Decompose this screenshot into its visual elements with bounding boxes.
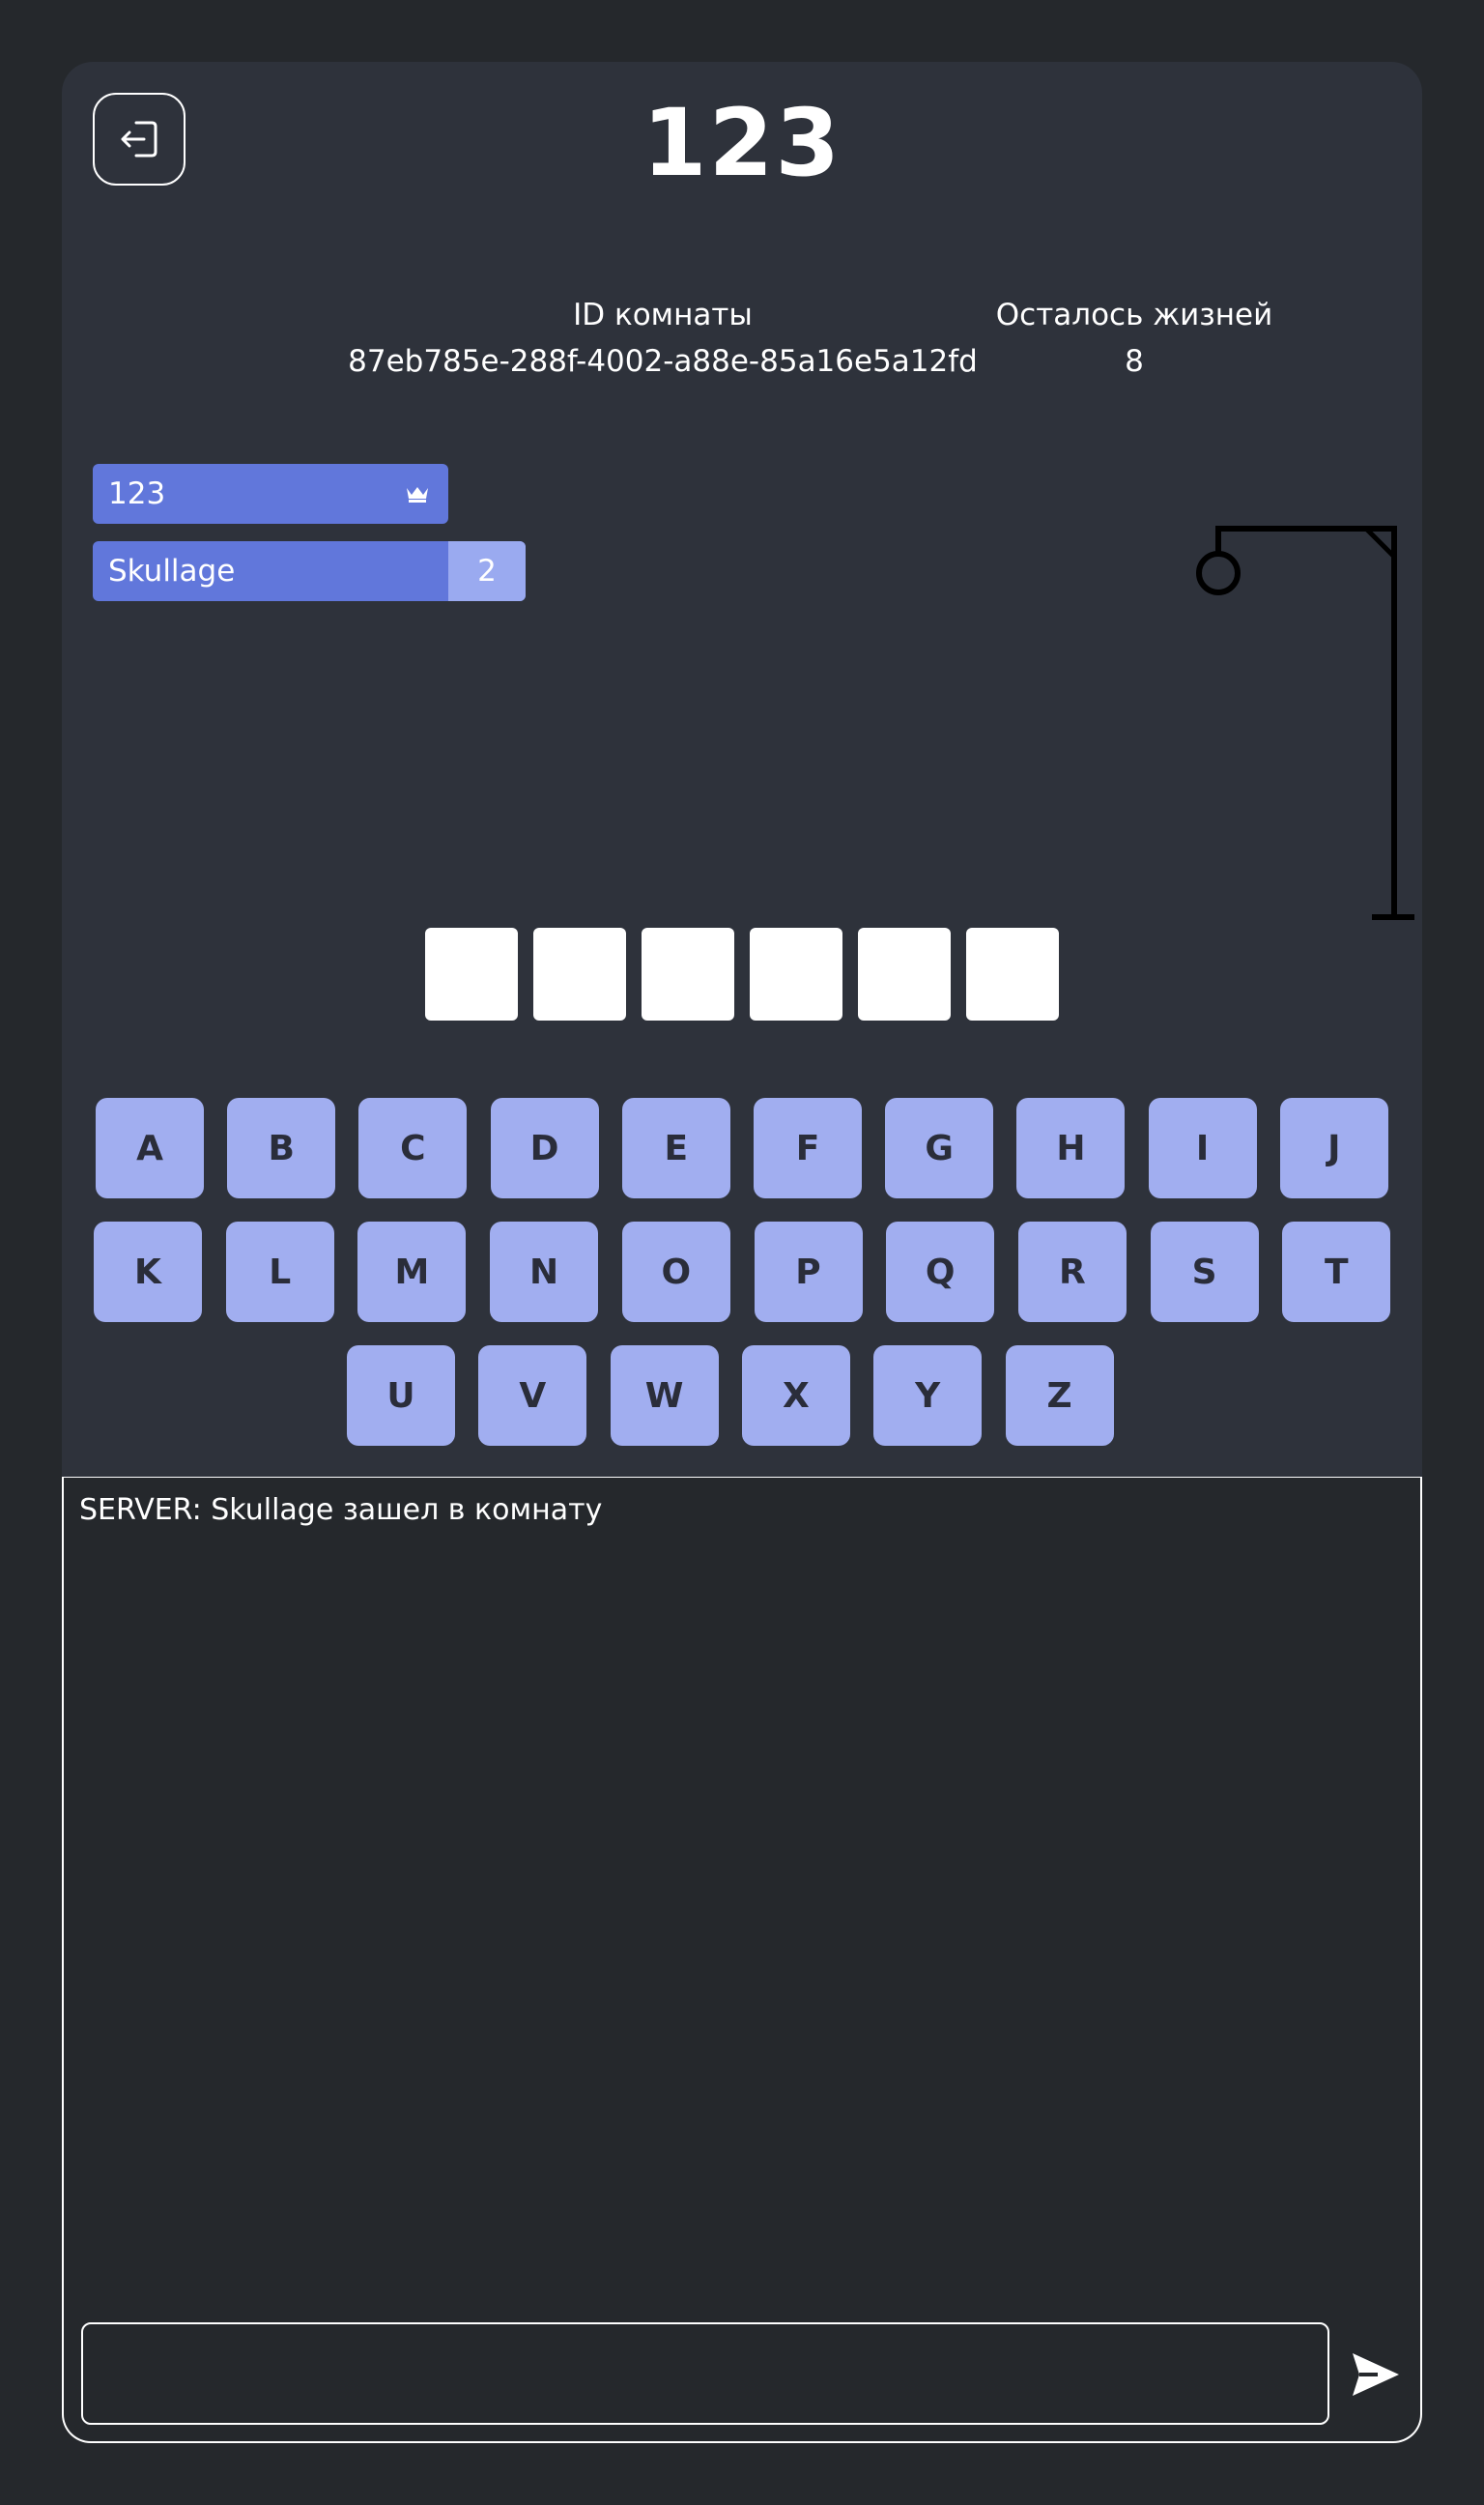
letter-key-a[interactable]: A (96, 1098, 204, 1198)
letter-slot (966, 928, 1059, 1021)
letter-key-w[interactable]: W (610, 1345, 719, 1446)
player-name: 123 (108, 476, 166, 511)
room-title: 123 (642, 89, 842, 197)
chat-message: SERVER: Skullage зашел в комнату (79, 1493, 603, 1527)
letter-key-s[interactable]: S (1150, 1222, 1259, 1322)
letter-key-x[interactable]: X (741, 1345, 850, 1446)
letter-slot (750, 928, 842, 1021)
send-button[interactable] (1345, 2344, 1407, 2405)
lives-block: Осталось жизней 8 (912, 292, 1356, 385)
letter-key-v[interactable]: V (478, 1345, 587, 1446)
game-panel: 123 ID комнаты 87eb785e-288f-4002-a88e-8… (62, 62, 1422, 1477)
letter-key-t[interactable]: T (1282, 1222, 1391, 1322)
lives-label: Осталось жизней (995, 298, 1273, 332)
letter-key-e[interactable]: E (621, 1098, 730, 1198)
letter-slot (642, 928, 734, 1021)
letter-slot (533, 928, 626, 1021)
letter-key-r[interactable]: R (1017, 1222, 1127, 1322)
letter-key-p[interactable]: P (754, 1222, 863, 1322)
keyboard-row: UVWXYZ (62, 1345, 1422, 1446)
letter-key-k[interactable]: K (94, 1222, 202, 1322)
letter-key-z[interactable]: Z (1005, 1345, 1114, 1446)
letter-key-f[interactable]: F (754, 1098, 862, 1198)
letter-key-b[interactable]: B (227, 1098, 336, 1198)
chat-panel: SERVER: Skullage зашел в комнату (62, 1477, 1422, 2443)
player-row: Skullage 2 (93, 541, 526, 601)
letter-key-i[interactable]: I (1148, 1098, 1257, 1198)
letter-key-h[interactable]: H (1016, 1098, 1126, 1198)
player-name: Skullage (108, 554, 236, 589)
letter-key-l[interactable]: L (225, 1222, 334, 1322)
send-icon (1353, 2353, 1399, 2396)
letter-slot (858, 928, 951, 1021)
crown-icon (398, 484, 437, 504)
keyboard-row: ABCDEFGHIJ (62, 1098, 1422, 1198)
keyboard-row: KLMNOPQRST (62, 1222, 1422, 1322)
letter-key-u[interactable]: U (347, 1345, 455, 1446)
letter-key-j[interactable]: J (1279, 1098, 1388, 1198)
letter-key-c[interactable]: C (358, 1098, 468, 1198)
chat-input[interactable] (81, 2322, 1329, 2425)
letter-key-y[interactable]: Y (873, 1345, 983, 1446)
letter-key-m[interactable]: M (357, 1222, 467, 1322)
player-score-badge: 2 (448, 541, 526, 601)
player-list: 123 Skullage 2 (93, 464, 526, 619)
letter-slot (425, 928, 518, 1021)
letter-key-d[interactable]: D (490, 1098, 599, 1198)
letter-key-n[interactable]: N (490, 1222, 599, 1322)
letter-key-q[interactable]: Q (886, 1222, 995, 1322)
letter-key-g[interactable]: G (885, 1098, 994, 1198)
hangman-gallows (1196, 526, 1414, 920)
word-slots (425, 928, 1059, 1021)
letter-keyboard: ABCDEFGHIJ KLMNOPQRST UVWXYZ (62, 1098, 1422, 1469)
letter-key-o[interactable]: O (621, 1222, 730, 1322)
player-row: 123 (93, 464, 448, 524)
lives-value: 8 (1125, 344, 1144, 379)
